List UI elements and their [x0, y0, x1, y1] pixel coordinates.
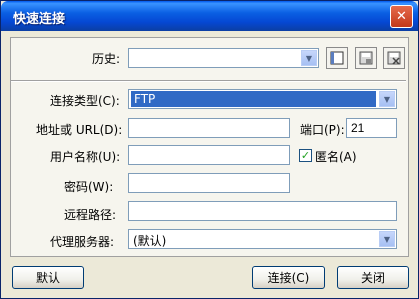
default-button[interactable]: 默认	[12, 266, 84, 289]
address-input[interactable]	[128, 118, 290, 138]
title-bar[interactable]: 快速连接 ✕	[1, 1, 418, 31]
proxy-value: (默认)	[133, 234, 167, 248]
port-label: 端口(P):	[300, 123, 345, 137]
quick-connect-dialog: 快速连接 ✕ 历史: ▼ 连接类型(C): FTP ▼ 地址或 URL(D): …	[0, 0, 419, 299]
history-view-button[interactable]	[326, 47, 348, 69]
chevron-down-icon: ▼	[379, 91, 395, 107]
save-icon	[359, 51, 373, 65]
anonymous-checkbox[interactable]: ✓	[299, 149, 312, 162]
separator	[11, 80, 406, 82]
address-label: 地址或 URL(D):	[36, 123, 123, 137]
close-window-button[interactable]: ✕	[390, 5, 413, 28]
close-button[interactable]: 关闭	[337, 266, 409, 289]
history-dropdown[interactable]: ▼	[128, 48, 319, 68]
proxy-label: 代理服务器:	[50, 235, 115, 249]
password-label: 密码(W):	[64, 180, 114, 194]
remote-path-label: 远程路径:	[64, 208, 117, 222]
window-title: 快速连接	[13, 12, 66, 27]
history-save-button[interactable]	[355, 47, 377, 69]
connection-type-label: 连接类型(C):	[50, 94, 120, 108]
check-icon: ✓	[300, 149, 311, 162]
remote-path-input[interactable]	[128, 201, 397, 221]
connect-button[interactable]: 连接(C)	[252, 266, 325, 289]
password-input[interactable]	[128, 173, 290, 193]
chevron-down-icon: ▼	[379, 231, 395, 247]
username-input[interactable]	[128, 145, 290, 165]
port-input[interactable]	[346, 118, 397, 138]
history-label: 历史:	[92, 52, 121, 66]
history-delete-button[interactable]	[383, 47, 405, 69]
username-label: 用户名称(U):	[50, 150, 121, 164]
close-icon: ✕	[396, 9, 407, 24]
connection-type-value: FTP	[131, 91, 376, 107]
window-icon	[330, 51, 344, 65]
delete-icon	[387, 51, 401, 65]
proxy-dropdown[interactable]: (默认) ▼	[128, 229, 397, 249]
anonymous-label[interactable]: 匿名(A)	[315, 148, 357, 165]
connection-type-dropdown[interactable]: FTP ▼	[128, 89, 397, 109]
chevron-down-icon: ▼	[301, 50, 317, 66]
